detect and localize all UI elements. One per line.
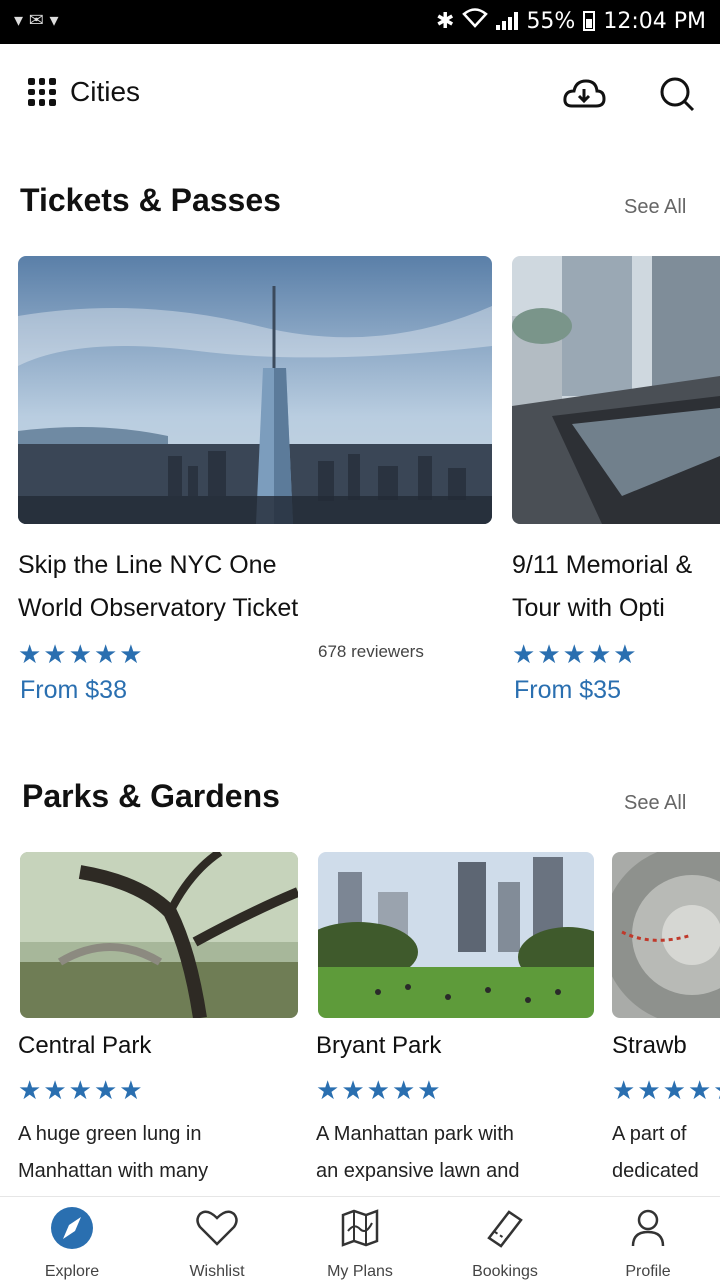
battery-icon [583, 11, 596, 31]
rating-stars: ★★★★★ [18, 1076, 143, 1106]
card-title-line2[interactable]: Tour with Opti [512, 587, 720, 630]
rating-stars: ★★★★★ [316, 1076, 441, 1106]
nav-item-my-plans[interactable]: My Plans [305, 1205, 415, 1280]
rating-stars: ★★★★★ [612, 1076, 720, 1106]
nav-label[interactable]: Profile [625, 1263, 670, 1280]
map-icon[interactable] [337, 1205, 383, 1251]
person-icon[interactable] [625, 1205, 671, 1251]
city-label[interactable]: Cities [70, 76, 140, 108]
compass-icon[interactable] [49, 1205, 95, 1251]
nav-item-bookings[interactable]: Bookings [450, 1205, 560, 1280]
wifi-icon [462, 8, 489, 34]
card-description-line1: A part of [612, 1123, 687, 1145]
nav-label[interactable]: Explore [45, 1263, 99, 1280]
card-title-line2[interactable]: World Observatory Ticket [18, 587, 378, 630]
battery-percent: 55% [526, 8, 576, 34]
nav-item-explore[interactable]: Explore [17, 1205, 127, 1280]
card-title[interactable]: Strawb [612, 1026, 720, 1066]
signal-icon [496, 12, 519, 30]
rating-stars: ★★★★★ [18, 640, 143, 670]
card-description-line1: A Manhattan park with [316, 1123, 514, 1145]
price: From $38 [20, 676, 127, 704]
bluetooth-icon: ✱ [436, 8, 455, 34]
card-title-line1[interactable]: Skip the Line NYC One [18, 544, 378, 587]
offline-download-icon[interactable] [562, 72, 606, 116]
status-bar: ▾ ✉ ▾ ✱ 55% 12:04 PM [0, 0, 720, 44]
card-title[interactable]: Central Park [18, 1026, 198, 1066]
card-image-one-world-observatory[interactable] [18, 256, 492, 524]
card-description-line2: Manhattan with many [18, 1160, 209, 1182]
city-selector[interactable]: Cities [22, 72, 140, 112]
card-description-line2: an expansive lawn and [316, 1160, 520, 1182]
card-image-central-park[interactable] [20, 852, 298, 1018]
nav-label[interactable]: Wishlist [189, 1263, 244, 1280]
grid-menu-icon[interactable] [22, 72, 62, 112]
section-title-parks: Parks & Gardens [22, 778, 280, 814]
ticket-icon[interactable] [482, 1205, 528, 1251]
heart-icon[interactable] [194, 1205, 240, 1251]
nav-label[interactable]: My Plans [327, 1263, 393, 1280]
top-bar: Cities [0, 44, 720, 124]
nav-label[interactable]: Bookings [472, 1263, 538, 1280]
search-icon[interactable] [655, 72, 699, 116]
see-all-parks-link[interactable]: See All [624, 792, 686, 815]
nav-item-wishlist[interactable]: Wishlist [162, 1205, 272, 1280]
bottom-navigation: Explore Wishlist My Plans Bookings Profi… [0, 1196, 720, 1280]
card-description-line2: dedicated [612, 1160, 699, 1182]
price: From $35 [514, 676, 621, 704]
status-right: ✱ 55% 12:04 PM [436, 8, 706, 34]
card-title[interactable]: Bryant Park [316, 1026, 486, 1066]
card-title-line1[interactable]: 9/11 Memorial & [512, 544, 720, 587]
card-image-bryant-park[interactable] [318, 852, 594, 1018]
clock: 12:04 PM [603, 8, 706, 34]
card-description-line1: A huge green lung in [18, 1123, 202, 1145]
notification-icons: ▾ ✉ ▾ [14, 10, 59, 31]
nav-item-profile[interactable]: Profile [593, 1205, 703, 1280]
card-image-strawberry-fields[interactable] [612, 852, 720, 1018]
reviewers-count: 678 reviewers [318, 642, 424, 661]
card-image-911-memorial[interactable] [512, 256, 720, 524]
section-title-tickets: Tickets & Passes [20, 182, 281, 218]
rating-stars: ★★★★★ [512, 640, 637, 670]
see-all-tickets-link[interactable]: See All [624, 196, 686, 219]
